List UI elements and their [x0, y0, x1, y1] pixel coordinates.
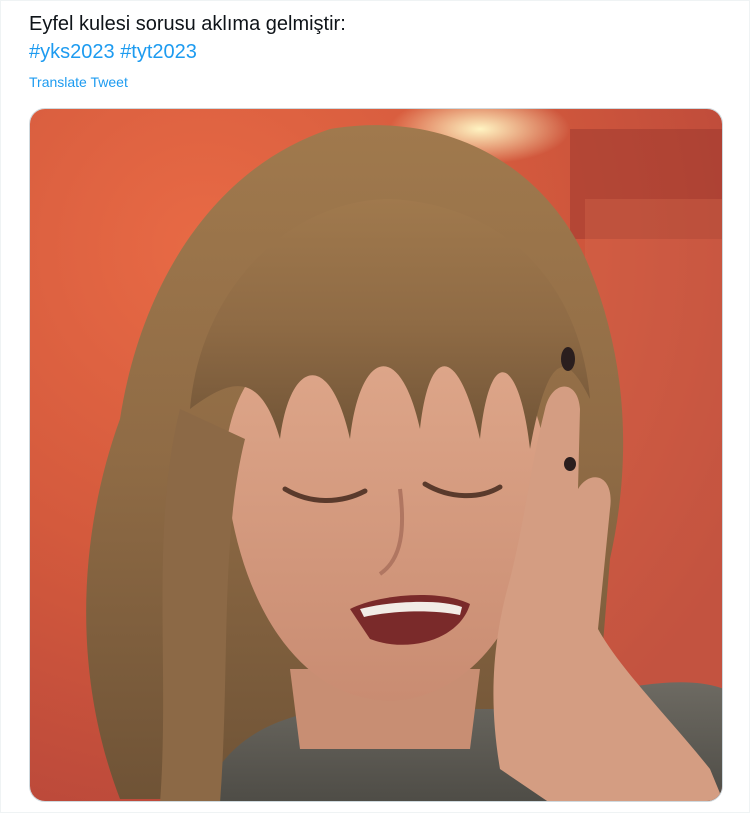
photo-illustration: [30, 109, 722, 801]
hashtag-link[interactable]: #tyt2023: [120, 41, 197, 63]
tweet-text: Eyfel kulesi sorusu aklıma gelmiştir:: [29, 13, 346, 35]
tweet-photo[interactable]: [29, 108, 723, 802]
hashtag-link[interactable]: #yks2023: [29, 41, 115, 63]
tweet-card[interactable]: Eyfel kulesi sorusu aklıma gelmiştir: #y…: [0, 0, 750, 813]
tweet-hashtags: #yks2023 #tyt2023: [29, 39, 197, 66]
translate-tweet-link[interactable]: Translate Tweet: [29, 73, 128, 91]
